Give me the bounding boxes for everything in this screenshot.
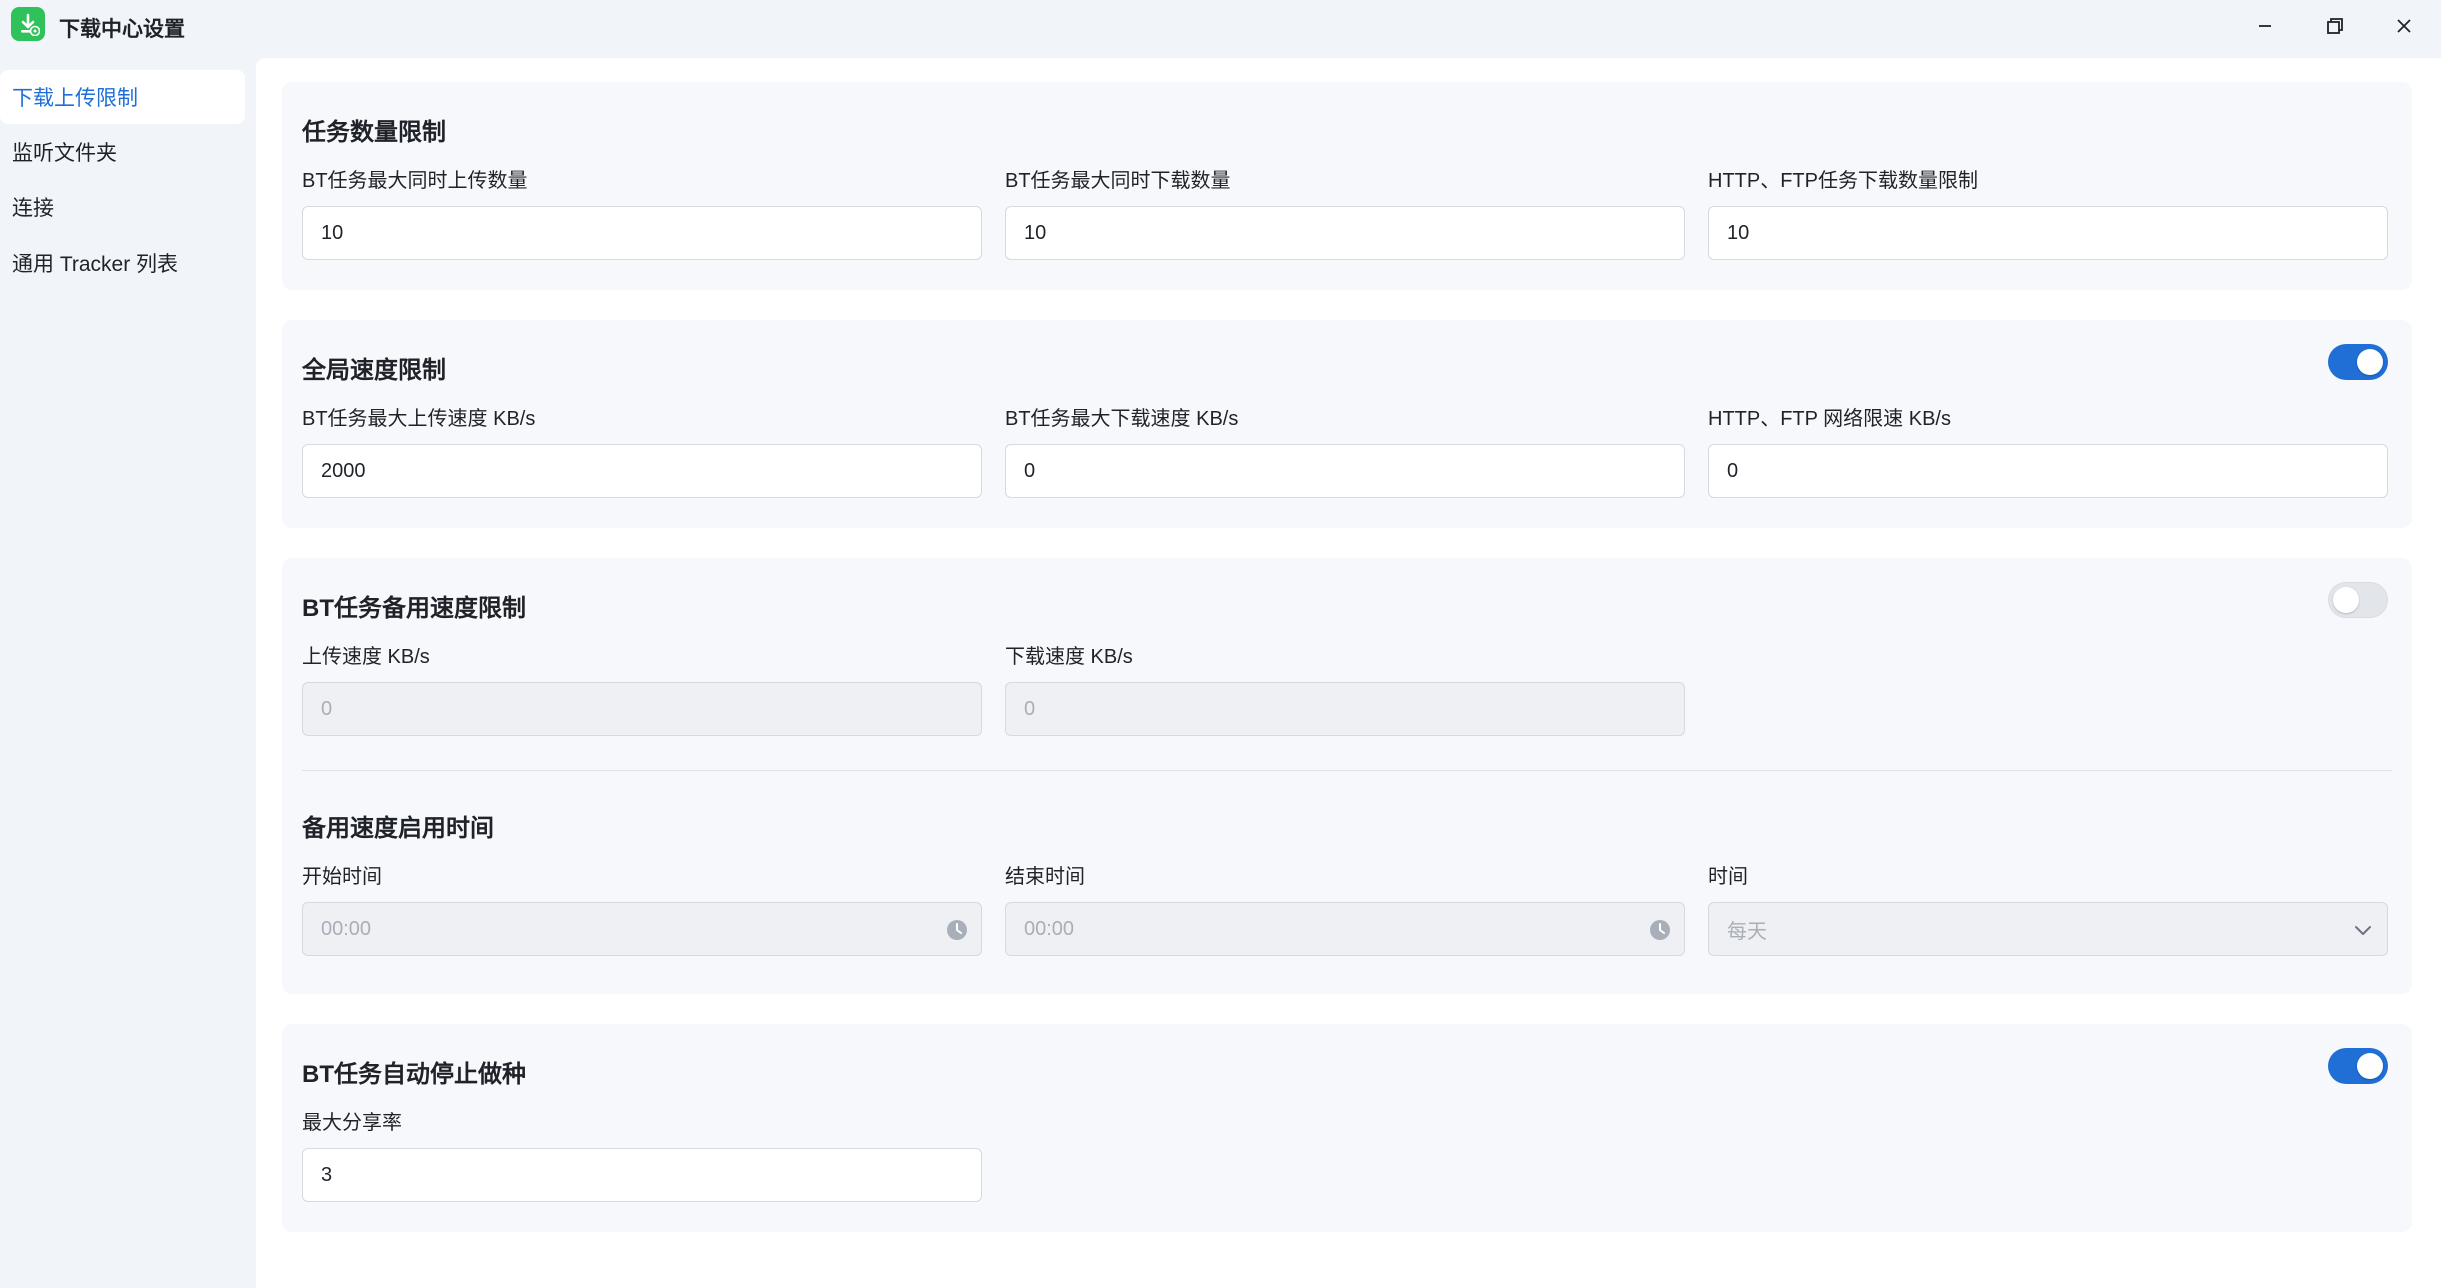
divider [302, 770, 2392, 771]
minimize-icon [2259, 25, 2271, 27]
backup-upload-speed-input[interactable]: 0 [302, 682, 982, 736]
toggle-knob [2333, 587, 2359, 613]
sidebar-item-watch-folder[interactable]: 监听文件夹 [0, 125, 245, 179]
bt-backup-speed-card: BT任务备用速度限制 上传速度 KB/s 0 下载速度 KB/s 0 备用速度启… [282, 558, 2412, 994]
window-title: 下载中心设置 [59, 18, 185, 41]
period-label: 时间 [1708, 866, 1748, 888]
period-select[interactable]: 每天 [1708, 902, 2388, 956]
auto-stop-seeding-title: BT任务自动停止做种 [302, 1061, 526, 1088]
start-time-value: 00:00 [321, 917, 372, 940]
bt-max-download-speed-label: BT任务最大下载速度 KB/s [1005, 408, 1239, 430]
backup-upload-speed-label: 上传速度 KB/s [302, 646, 430, 668]
start-time-input[interactable]: 00:00 [302, 902, 982, 956]
sidebar-item-tracker-list[interactable]: 通用 Tracker 列表 [0, 236, 245, 290]
auto-stop-seeding-toggle[interactable] [2328, 1048, 2388, 1084]
bt-backup-speed-title: BT任务备用速度限制 [302, 595, 526, 622]
bt-max-download-speed-input[interactable]: 0 [1005, 444, 1685, 498]
bt-max-upload-count-label: BT任务最大同时上传数量 [302, 170, 528, 192]
http-ftp-speed-input[interactable]: 0 [1708, 444, 2388, 498]
minimize-button[interactable] [2243, 6, 2287, 46]
period-value: 每天 [1727, 920, 1767, 943]
bt-backup-speed-toggle[interactable] [2328, 582, 2388, 618]
max-share-ratio-input[interactable]: 3 [302, 1148, 982, 1202]
download-app-icon [11, 7, 45, 41]
bt-max-upload-speed-input[interactable]: 2000 [302, 444, 982, 498]
sidebar-item-connection[interactable]: 连接 [0, 180, 245, 234]
sidebar: 下载上传限制 监听文件夹 连接 通用 Tracker 列表 [0, 56, 256, 1288]
end-time-value: 00:00 [1024, 917, 1075, 940]
close-icon [2397, 19, 2411, 33]
sidebar-item-download-upload-limit[interactable]: 下载上传限制 [0, 70, 245, 124]
bt-max-download-count-label: BT任务最大同时下载数量 [1005, 170, 1231, 192]
http-ftp-download-count-input[interactable]: 10 [1708, 206, 2388, 260]
global-speed-title: 全局速度限制 [302, 357, 446, 384]
http-ftp-download-count-label: HTTP、FTP任务下载数量限制 [1708, 170, 1978, 192]
global-speed-card: 全局速度限制 BT任务最大上传速度 KB/s 2000 BT任务最大下载速度 K… [282, 320, 2412, 528]
http-ftp-speed-label: HTTP、FTP 网络限速 KB/s [1708, 408, 1951, 430]
maximize-button[interactable] [2313, 6, 2357, 46]
close-button[interactable] [2382, 6, 2426, 46]
chevron-down-icon [2355, 926, 2371, 935]
settings-content: 任务数量限制 BT任务最大同时上传数量 10 BT任务最大同时下载数量 10 H… [256, 58, 2441, 1288]
auto-stop-seeding-card: BT任务自动停止做种 最大分享率 3 [282, 1024, 2412, 1232]
title-bar: 下载中心设置 [0, 0, 2441, 56]
toggle-knob [2357, 1053, 2383, 1079]
clock-icon [1650, 920, 1670, 940]
end-time-label: 结束时间 [1005, 866, 1085, 888]
max-share-ratio-label: 最大分享率 [302, 1112, 402, 1134]
bt-max-upload-speed-label: BT任务最大上传速度 KB/s [302, 408, 536, 430]
backup-download-speed-input[interactable]: 0 [1005, 682, 1685, 736]
bt-max-upload-count-input[interactable]: 10 [302, 206, 982, 260]
global-speed-toggle[interactable] [2328, 344, 2388, 380]
task-limit-title: 任务数量限制 [302, 119, 446, 146]
toggle-knob [2357, 349, 2383, 375]
schedule-title: 备用速度启用时间 [302, 815, 494, 842]
start-time-label: 开始时间 [302, 866, 382, 888]
task-limit-card: 任务数量限制 BT任务最大同时上传数量 10 BT任务最大同时下载数量 10 H… [282, 82, 2412, 290]
bt-max-download-count-input[interactable]: 10 [1005, 206, 1685, 260]
end-time-input[interactable]: 00:00 [1005, 902, 1685, 956]
restore-icon [2327, 18, 2343, 34]
backup-download-speed-label: 下载速度 KB/s [1005, 646, 1133, 668]
clock-icon [947, 920, 967, 940]
